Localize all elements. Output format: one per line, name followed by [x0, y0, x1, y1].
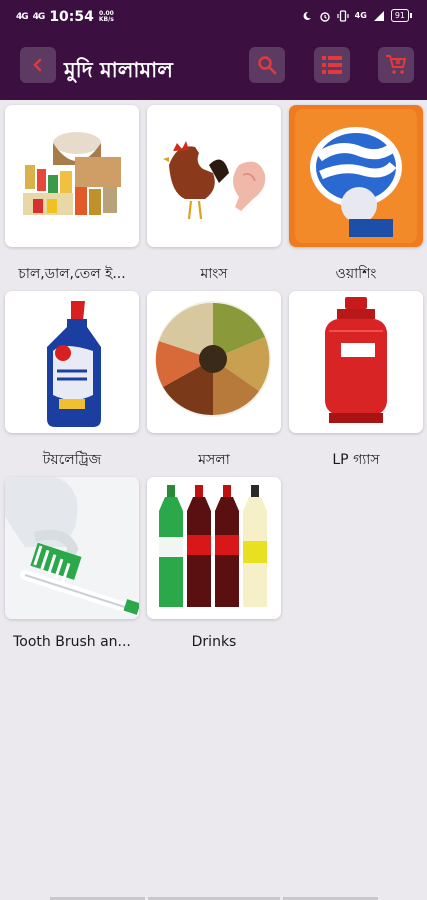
category-card-groceries[interactable]: চাল,ডাল,তেল ই...: [5, 105, 139, 286]
category-label: টয়লেট্রিজ: [42, 452, 102, 468]
category-image: [147, 477, 281, 619]
back-button[interactable]: [20, 47, 56, 83]
category-label: ওয়াশিং: [335, 266, 377, 282]
category-image: [147, 291, 281, 433]
meat-image: [163, 141, 266, 220]
category-image: [5, 291, 139, 433]
search-button[interactable]: [249, 47, 285, 83]
cell-signal-icon: [373, 10, 384, 21]
category-image: [5, 105, 139, 247]
status-time: 10:54: [49, 9, 94, 25]
status-bar: 4G 4G 10:54 0.00 KB/s 4G 91: [0, 0, 427, 34]
category-label: Tooth Brush an...: [13, 634, 131, 650]
category-card-meat[interactable]: মাংস: [147, 105, 281, 286]
category-image: [289, 105, 423, 247]
app-bar: মুদি মালামাল: [0, 34, 427, 100]
washing-powder-image: [289, 105, 423, 247]
category-image: [147, 105, 281, 247]
category-label: চাল,ডাল,তেল ই...: [18, 266, 126, 282]
category-image: [289, 291, 423, 433]
groceries-image: [23, 132, 121, 215]
category-label: মাংস: [200, 266, 228, 282]
category-card-lp-gas[interactable]: LP গ্যাস: [289, 291, 423, 472]
list-icon: [322, 56, 342, 74]
drinks-image: [159, 485, 267, 607]
category-card-tooth-brush[interactable]: Tooth Brush an...: [5, 477, 139, 650]
category-card-washing[interactable]: ওয়াশিং: [289, 105, 423, 286]
category-label: LP গ্যাস: [332, 452, 380, 468]
category-card-drinks[interactable]: Drinks: [147, 477, 281, 650]
bottom-scroll-hint: [0, 894, 427, 900]
cart-icon: [386, 55, 406, 74]
toilet-cleaner-image: [47, 301, 101, 427]
gas-cylinder-image: [325, 297, 387, 423]
eye-comfort-icon: [303, 11, 311, 20]
spices-image: [155, 301, 271, 417]
signal-indicator-2: 4G: [32, 12, 46, 22]
category-label: মসলা: [198, 452, 230, 468]
list-view-button[interactable]: [314, 47, 350, 83]
category-image: [5, 477, 139, 619]
battery-indicator: 91: [390, 9, 413, 22]
category-label: Drinks: [191, 634, 237, 650]
page-title: মুদি মালামাল: [64, 58, 173, 82]
network-speed: 0.00 KB/s: [99, 11, 114, 23]
category-card-toiletries[interactable]: টয়লেট্রিজ: [5, 291, 139, 472]
network-type: 4G: [354, 11, 367, 20]
cart-button[interactable]: [378, 47, 414, 83]
search-icon: [258, 56, 277, 75]
chevron-left-icon: [33, 58, 42, 72]
category-card-spices[interactable]: মসলা: [147, 291, 281, 472]
signal-indicator-1: 4G: [16, 12, 29, 22]
toothbrush-image: [5, 477, 139, 619]
speed-unit: KB/s: [98, 16, 114, 23]
vibrate-icon: [337, 9, 349, 22]
alarm-icon: [319, 11, 330, 22]
